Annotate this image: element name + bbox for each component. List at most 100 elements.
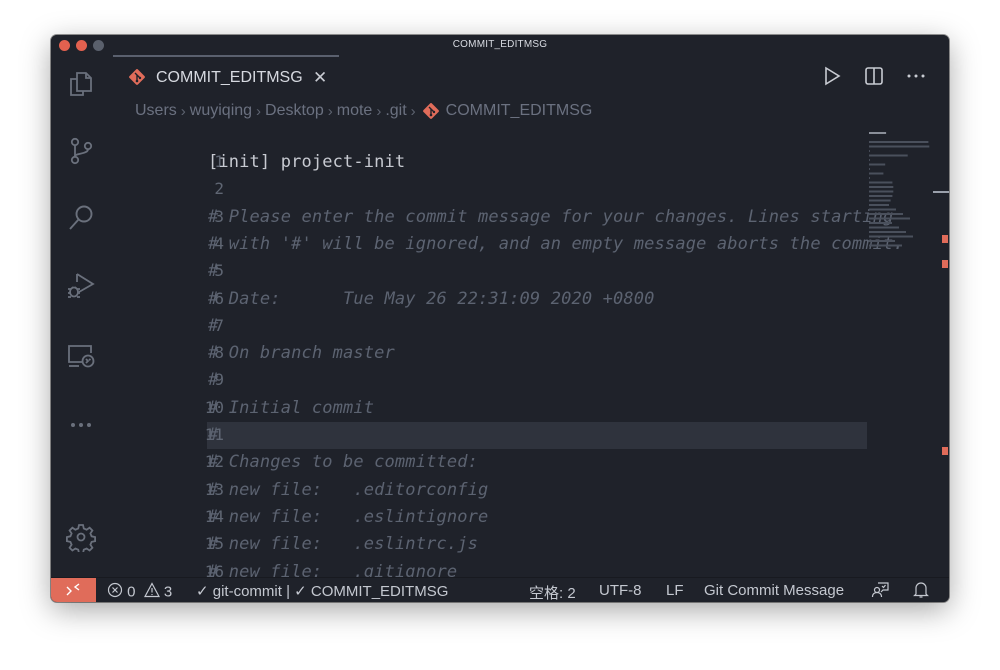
line-text: # Changes to be committed: <box>208 452 479 473</box>
ellipsis-icon <box>907 74 925 78</box>
split-icon <box>865 67 883 85</box>
cursor-marker <box>933 191 949 193</box>
search-icon <box>69 205 93 230</box>
line-text: # <box>208 315 219 336</box>
minimap-line <box>869 163 886 166</box>
chevron-right-icon: › <box>256 102 262 120</box>
code-line[interactable]: 7 # <box>109 313 867 340</box>
code-line[interactable]: 15 # new file: .eslintrc.js <box>109 531 867 558</box>
code-line[interactable]: 8 # On branch master <box>109 340 867 367</box>
code-line[interactable]: 13 # new file: .editorconfig <box>109 477 867 504</box>
tab-commit-editmsg[interactable]: COMMIT_EDITMSG ✕ <box>113 55 339 97</box>
code-editor[interactable]: 1 [init] project-init 2 3 # Please enter the… <box>109 149 949 578</box>
minimap-line <box>869 154 908 157</box>
minimap-line <box>869 132 887 134</box>
source-control-icon <box>70 137 93 165</box>
run-debug-icon <box>68 273 95 298</box>
chevron-right-icon: › <box>327 102 333 120</box>
line-text: # Initial commit <box>208 397 375 418</box>
title-bar: COMMIT_EDITMSG <box>51 35 949 55</box>
warning-marker <box>942 260 948 268</box>
code-line[interactable]: 12 # Changes to be committed: <box>109 449 867 476</box>
breadcrumb-item[interactable]: wuyiqing <box>190 102 252 119</box>
window-title: COMMIT_EDITMSG <box>452 39 548 50</box>
minimap-line <box>869 168 870 170</box>
search-button[interactable] <box>66 203 96 233</box>
warning-marker <box>942 235 948 243</box>
remote-explorer-button[interactable] <box>66 340 96 370</box>
code-line[interactable]: 3 # Please enter the commit message for y… <box>109 204 893 231</box>
gear-icon <box>66 524 96 555</box>
line-text: # <box>208 261 219 282</box>
minimap-line <box>869 177 870 179</box>
minimap-line <box>869 204 889 206</box>
line-text: # new file: .editorconfig <box>208 479 489 500</box>
breadcrumb-item[interactable]: Desktop <box>265 102 324 119</box>
code-line[interactable]: 2 <box>109 176 867 203</box>
minimap-line <box>869 186 894 188</box>
status-bar: 0 3 ✓ git-commit | ✓ COMMIT_EDITMSG 空格: … <box>51 577 949 602</box>
activity-bar <box>51 55 109 578</box>
minimap-line <box>869 199 891 202</box>
remote-button[interactable] <box>51 578 96 602</box>
warning-count: 3 <box>163 583 173 601</box>
minimap-line <box>869 208 896 211</box>
line-text: # On branch master <box>208 343 395 364</box>
minimap-line <box>869 226 899 229</box>
explorer-button[interactable] <box>66 69 96 99</box>
feedback-button[interactable] <box>871 581 889 602</box>
manage-button[interactable] <box>66 522 96 555</box>
encoding-status[interactable]: UTF-8 <box>599 582 642 599</box>
line-text: # new file: .eslintignore <box>208 506 489 527</box>
run-button[interactable] <box>821 65 843 87</box>
problems-indicator[interactable]: 0 3 <box>107 582 172 602</box>
breadcrumb-item[interactable]: COMMIT_EDITMSG <box>446 102 593 119</box>
minimap[interactable] <box>867 129 939 249</box>
code-line[interactable]: 4 # with '#' will be ignored, and an empt… <box>109 231 904 258</box>
editor-actions <box>821 65 931 87</box>
breadcrumb-item[interactable]: .git <box>385 102 406 119</box>
source-control-button[interactable] <box>66 136 96 166</box>
eol-status[interactable]: LF <box>666 582 684 599</box>
code-line[interactable]: 6 # Date: Tue May 26 22:31:09 2020 +0800 <box>109 286 867 313</box>
remote-explorer-icon <box>68 345 95 368</box>
minimap-line <box>869 195 893 197</box>
more-views-button[interactable] <box>66 410 96 440</box>
language-mode[interactable]: Git Commit Message <box>704 582 844 599</box>
minimap-line <box>869 244 902 247</box>
breadcrumb-item[interactable]: mote <box>337 102 373 119</box>
overview-ruler[interactable] <box>933 129 949 578</box>
line-text: # Please enter the commit message for yo… <box>208 206 894 227</box>
code-line[interactable]: 16 # new file: .gitignore <box>109 559 867 579</box>
more-actions-button[interactable] <box>905 65 927 87</box>
tab-label: COMMIT_EDITMSG <box>156 69 303 86</box>
minimap-line <box>869 150 870 152</box>
code-line[interactable]: 10 # Initial commit <box>109 395 867 422</box>
warning-icon <box>143 582 160 602</box>
run-debug-button[interactable] <box>66 270 96 300</box>
code-line[interactable]: 5 # <box>109 258 867 285</box>
minimap-line <box>869 217 910 220</box>
minimap-line <box>869 159 870 161</box>
split-editor-button[interactable] <box>863 65 885 87</box>
indentation-status[interactable]: 空格: 2 <box>529 582 576 602</box>
language-status[interactable]: ✓ git-commit | ✓ COMMIT_EDITMSG <box>196 582 448 600</box>
line-text: # new file: .eslintrc.js <box>208 534 479 555</box>
breadcrumb-item[interactable]: Users <box>135 102 177 119</box>
code-line[interactable]: 14 # new file: .eslintignore <box>109 504 867 531</box>
minimap-line <box>869 213 903 215</box>
code-line[interactable]: 9 # <box>109 367 867 394</box>
files-icon <box>70 72 92 96</box>
close-icon[interactable]: ✕ <box>313 69 327 86</box>
notifications-button[interactable] <box>912 581 930 602</box>
play-icon <box>825 66 841 86</box>
code-line[interactable]: 1 [init] project-init <box>109 149 867 176</box>
chevron-right-icon: › <box>180 102 186 120</box>
code-line[interactable]: 11 # <box>109 422 867 450</box>
minimap-line <box>869 181 893 184</box>
minimap-line <box>869 240 895 242</box>
line-text: # Date: Tue May 26 22:31:09 2020 +0800 <box>208 288 655 309</box>
git-icon <box>128 68 146 86</box>
minimap-line <box>869 172 884 175</box>
warning-marker <box>942 447 948 455</box>
